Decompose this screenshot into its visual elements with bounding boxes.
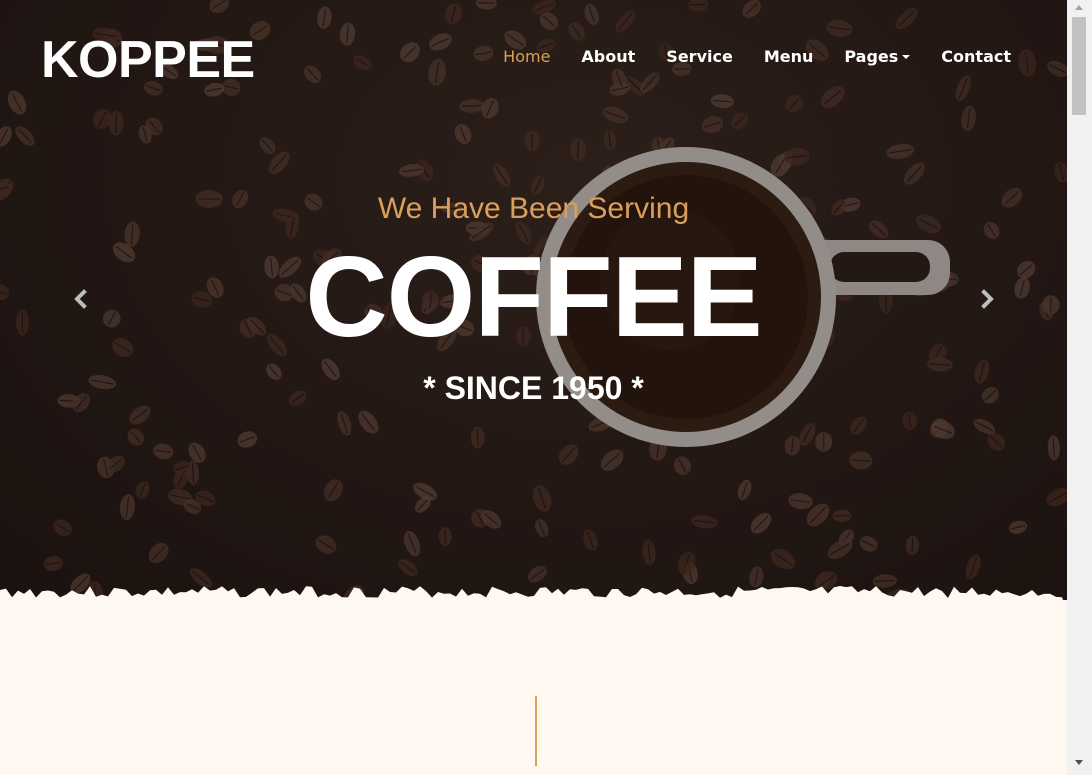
nav-item-label: Pages xyxy=(844,47,899,66)
vertical-scrollbar[interactable] xyxy=(1067,0,1092,775)
section-divider-line xyxy=(535,696,537,766)
nav-item-label: Contact xyxy=(941,47,1011,66)
chevron-right-icon xyxy=(981,289,994,309)
top-navbar: KOPPEE Home About Service Menu Pages Con… xyxy=(0,0,1067,120)
page-viewport: We Have Been Serving COFFEE * SINCE 1950… xyxy=(0,0,1067,775)
caret-down-icon xyxy=(902,54,911,59)
torn-paper-edge xyxy=(0,586,1064,600)
brand-logo[interactable]: KOPPEE xyxy=(41,30,255,90)
nav-item-about[interactable]: About xyxy=(581,47,635,66)
nav-item-label: About xyxy=(581,47,636,66)
nav-item-pages[interactable]: Pages xyxy=(844,47,911,66)
nav-item-label: Menu xyxy=(763,47,814,66)
hero-subtitle: We Have Been Serving xyxy=(377,192,690,225)
scrollbar-thumb[interactable] xyxy=(1072,17,1086,115)
nav-item-contact[interactable]: Contact xyxy=(941,47,1011,66)
nav-item-label: Home xyxy=(503,47,551,66)
nav-item-menu[interactable]: Menu xyxy=(764,47,814,66)
chevron-left-icon xyxy=(74,289,87,309)
nav-item-home[interactable]: Home xyxy=(503,47,550,66)
scroll-up-icon[interactable] xyxy=(1075,5,1083,10)
carousel-prev-button[interactable] xyxy=(66,284,96,314)
hero-title: COFFEE xyxy=(305,234,762,361)
hero-tagline: * SINCE 1950 * xyxy=(423,370,644,406)
scroll-down-icon[interactable] xyxy=(1075,760,1083,765)
carousel-next-button[interactable] xyxy=(972,284,1002,314)
nav-item-label: Service xyxy=(666,47,733,66)
nav-item-service[interactable]: Service xyxy=(666,47,733,66)
main-nav: Home About Service Menu Pages Contact xyxy=(503,47,1011,66)
